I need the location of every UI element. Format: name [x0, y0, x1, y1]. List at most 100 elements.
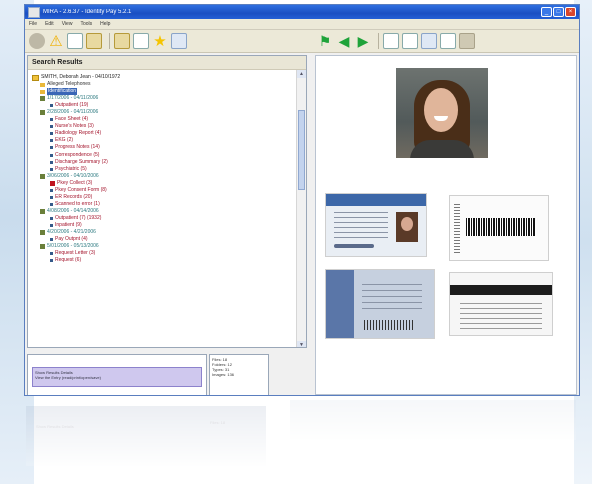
document-icon [50, 132, 53, 136]
scan-icon[interactable] [86, 33, 102, 49]
folder-icon [40, 96, 45, 102]
menu-tools[interactable]: Tools [80, 21, 92, 27]
tree-item-label: SMITH, Deborah Jean - 04/10/1972 [41, 74, 121, 81]
window-title: MIRA - 2.6.37 - Identity Pay 5.2.1 [43, 9, 132, 15]
document-icon [50, 146, 53, 150]
menu-help[interactable]: Help [100, 21, 110, 27]
tree-item-label: Outpatient (19) [55, 102, 89, 109]
tree-item[interactable]: Identification [32, 88, 294, 96]
tree-item[interactable]: Outpatient (7) (1932) [32, 215, 294, 222]
scroll-down-icon[interactable]: ▼ [297, 341, 306, 347]
box-icon[interactable] [114, 33, 130, 49]
document-icon [50, 252, 53, 256]
tree-item[interactable]: EKG (2) [32, 137, 294, 144]
grid-icon[interactable] [171, 33, 187, 49]
tree-item[interactable]: 4/20/2006 - 4/21/2006 [32, 229, 294, 236]
tree-item-label: 5/01/2006 - 05/13/2006 [47, 243, 99, 250]
image-viewer-pane [315, 55, 577, 395]
star-icon[interactable]: ★ [152, 33, 168, 49]
close-button[interactable]: × [565, 7, 576, 17]
back-arrow-icon[interactable]: ◀ [336, 33, 352, 49]
tree-item[interactable]: Discharge Summary (2) [32, 159, 294, 166]
title-bar: MIRA - 2.6.37 - Identity Pay 5.2.1 _ □ × [25, 5, 579, 19]
folder-icon [40, 208, 45, 214]
tree-item[interactable]: 2/28/2006 - 04/11/2006 [32, 109, 294, 116]
card-text-lines [460, 303, 542, 329]
tree-item[interactable]: 4/08/2006 - 04/14/2006 [32, 208, 294, 215]
app-icon [28, 6, 40, 18]
tree-item[interactable]: Pay Outpnt (4) [32, 236, 294, 243]
photo-shirt [410, 140, 474, 158]
warning-icon[interactable]: ⚠ [48, 33, 64, 49]
tree-item[interactable]: Face Sheet (4) [32, 116, 294, 123]
insurance-card-front-image[interactable] [325, 269, 435, 339]
tree-item[interactable]: 1/17/2006 - 04/11/2006 [32, 95, 294, 102]
card-text-lines [334, 212, 388, 238]
tree-item-label: Pkey Consent Form (8) [55, 186, 107, 193]
menu-edit[interactable]: Edit [45, 21, 54, 27]
tree-item[interactable]: Correspondence (5) [32, 152, 294, 159]
circle-icon[interactable] [29, 33, 45, 49]
search-results-header: Search Results [28, 56, 306, 70]
text-icon[interactable] [402, 33, 418, 49]
tree-item-label: 2/28/2006 - 04/11/2006 [47, 109, 99, 116]
tree-item[interactable]: Pkey Consent Form (8) [32, 187, 294, 194]
minimize-button[interactable]: _ [541, 7, 552, 17]
card-vertical-text [454, 204, 460, 254]
tree-item-label: Alleged Telephones [47, 81, 91, 88]
tree-item[interactable]: Outpatient (19) [32, 102, 294, 109]
tree-item[interactable]: Alleged Telephones [32, 81, 294, 88]
flag-icon[interactable]: ⚑ [317, 33, 333, 49]
document-icon [50, 216, 53, 220]
document-icon[interactable] [67, 33, 83, 49]
card-header-band [326, 194, 426, 206]
window-reflection: Show Results Details Files: 18 [24, 400, 580, 484]
reflection-text-right: Files: 18 [210, 420, 226, 425]
refresh-icon[interactable] [440, 33, 456, 49]
tree-item[interactable]: SMITH, Deborah Jean - 04/10/1972 [32, 74, 294, 81]
folder-icon [40, 82, 45, 87]
id-card-front-image[interactable] [325, 193, 427, 257]
results-tree: SMITH, Deborah Jean - 04/10/1972 Alleged … [32, 74, 294, 264]
tree-item[interactable]: ER Records (20) [32, 194, 294, 201]
scroll-thumb[interactable] [298, 110, 305, 190]
page-icon[interactable] [421, 33, 437, 49]
gear-icon[interactable] [383, 33, 399, 49]
card-text-lines [362, 284, 422, 314]
insurance-card-back-image[interactable] [449, 272, 553, 336]
magnetic-stripe [450, 285, 552, 295]
details-row[interactable]: Show Results Details View the Entry (rea… [32, 367, 202, 387]
tan-box-icon[interactable] [459, 33, 475, 49]
tree-item[interactable]: Request (6) [32, 257, 294, 264]
folder-icon [40, 173, 45, 179]
maximize-button[interactable]: □ [553, 7, 564, 17]
document-icon [50, 195, 53, 199]
magnifier-icon[interactable] [133, 33, 149, 49]
tree-item-label: Progress Notes (14) [55, 144, 100, 151]
tree-item[interactable]: Progress Notes (14) [32, 144, 294, 151]
tree-item[interactable]: Radiology Report (4) [32, 130, 294, 137]
card-signature [334, 244, 374, 248]
tree-item[interactable]: Pkey Collect (3) [32, 180, 294, 187]
tree-item-label: 4/20/2006 - 4/21/2006 [47, 229, 96, 236]
tree-item[interactable]: Nurse's Notes (3) [32, 123, 294, 130]
document-icon [50, 188, 53, 192]
tree-item[interactable]: Psychiatric (5) [32, 166, 294, 173]
tree-item[interactable]: Inpatient (9) [32, 222, 294, 229]
menu-file[interactable]: File [29, 21, 37, 27]
tree-item-label: 1/17/2006 - 04/11/2006 [47, 95, 99, 102]
id-card-back-image[interactable] [449, 195, 549, 261]
tree-item[interactable]: 5/01/2006 - 05/13/2006 [32, 243, 294, 250]
portrait-photo[interactable] [396, 68, 488, 158]
scroll-up-icon[interactable]: ▲ [297, 70, 306, 78]
viewer-toolbar: ⚑ ◀ ▶ [317, 33, 478, 49]
card-side-band [326, 270, 354, 338]
tree-item[interactable]: 3/06/2006 - 04/10/2006 [32, 173, 294, 180]
tree-item[interactable]: Scanned to error (1) [32, 201, 294, 208]
tree-scrollbar[interactable]: ▲ ▼ [296, 70, 306, 347]
forward-arrow-icon[interactable]: ▶ [355, 33, 371, 49]
tree-item-label: Scanned to error (1) [55, 200, 100, 207]
menu-view[interactable]: View [62, 21, 73, 27]
tree-item[interactable]: Request Letter (3) [32, 250, 294, 257]
search-results-pane: Search Results SMITH, Deborah Jean - 04/… [27, 55, 307, 348]
